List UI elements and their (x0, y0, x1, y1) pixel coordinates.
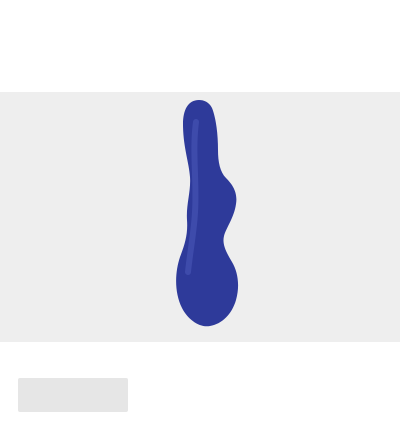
brand-label (22, 8, 132, 22)
product-silhouette (176, 100, 239, 327)
image-caption (22, 328, 222, 340)
product-image (176, 100, 239, 327)
product-title[interactable] (22, 28, 362, 88)
price-button[interactable] (18, 378, 128, 412)
product-card (0, 0, 400, 441)
product-image-area[interactable] (0, 92, 400, 342)
shipping-info (150, 385, 280, 399)
